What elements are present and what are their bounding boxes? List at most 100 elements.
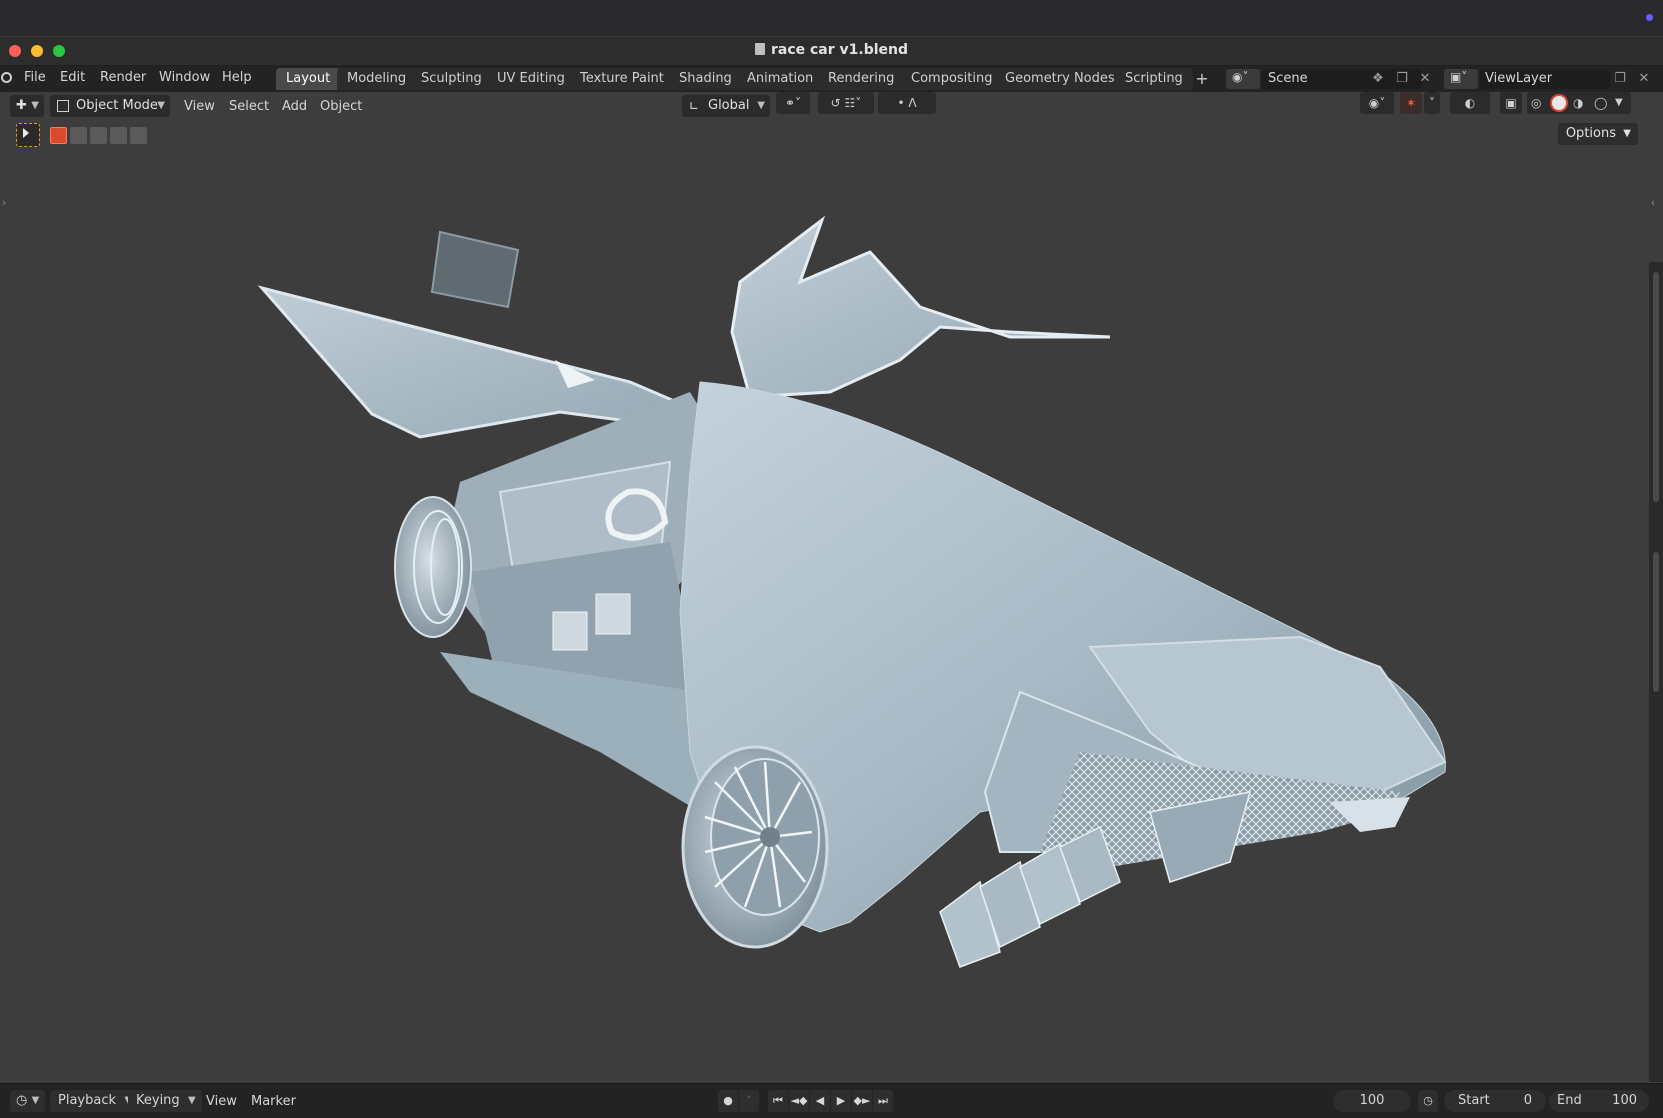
side-scrollbar[interactable] <box>1653 552 1659 692</box>
orientation-icon: ∟ <box>689 99 700 113</box>
object-mode-icon <box>57 100 69 112</box>
proportional-editing-icon[interactable]: • Λ <box>878 92 936 114</box>
jump-to-next-keyframe-icon[interactable]: ◆► <box>852 1090 872 1112</box>
select-mode-invert-icon[interactable] <box>110 127 127 144</box>
play-icon[interactable]: ▶ <box>831 1090 851 1112</box>
select-mode-subtract-icon[interactable] <box>90 127 107 144</box>
desktop-menubar <box>0 0 1663 36</box>
record-keyframe-icon[interactable]: ● <box>718 1090 738 1112</box>
end-label: End <box>1557 1093 1582 1108</box>
tab-layout[interactable]: Layout <box>276 68 341 90</box>
viewport-menu-select[interactable]: Select <box>229 99 269 114</box>
select-mode-new-icon[interactable] <box>50 127 67 144</box>
add-workspace-icon[interactable]: + <box>1192 68 1212 90</box>
menu-edit[interactable]: Edit <box>60 70 85 85</box>
menu-file[interactable]: File <box>24 70 46 85</box>
jump-to-previous-keyframe-icon[interactable]: ◄◆ <box>789 1090 809 1112</box>
top-bar: File Edit Render Window Help Layout Mode… <box>0 66 1663 92</box>
editor-type-dropdown[interactable]: ✚ ▼ <box>10 95 44 117</box>
xray-icon[interactable]: ▣ <box>1500 92 1522 114</box>
orientation-label: Global <box>708 98 750 113</box>
status-dot-icon <box>1646 14 1653 21</box>
playback-dropdown[interactable]: Playback▼ <box>50 1090 139 1112</box>
solid-shading-icon[interactable] <box>1552 96 1566 110</box>
viewport-menu-add[interactable]: Add <box>282 99 307 114</box>
viewport-menu-object[interactable]: Object <box>320 99 362 114</box>
select-tool-icon[interactable] <box>16 123 40 147</box>
scene-selector-icon[interactable]: ◉˅ <box>1226 69 1260 89</box>
pivot-point-icon[interactable]: ⚭˅ <box>776 92 810 114</box>
view-layer-selector-icon[interactable]: ▣˅ <box>1444 69 1478 89</box>
playback-label: Playback <box>58 1093 117 1108</box>
start-value: 0 <box>1523 1093 1532 1108</box>
tab-modeling[interactable]: Modeling <box>337 68 417 90</box>
jump-to-end-icon[interactable]: ⏭ <box>873 1090 893 1112</box>
title-bar: race car v1.blend <box>0 37 1663 66</box>
auto-keying-options-icon[interactable]: ˅ <box>739 1090 759 1112</box>
blender-logo-icon[interactable] <box>1 72 12 83</box>
tab-animation[interactable]: Animation <box>737 68 824 90</box>
new-scene-icon[interactable]: ❐ <box>1394 71 1410 87</box>
select-mode-intersect-icon[interactable] <box>130 127 147 144</box>
tab-scripting[interactable]: Scripting <box>1115 68 1193 90</box>
menu-window[interactable]: Window <box>159 70 210 85</box>
current-frame-field[interactable]: 100 <box>1333 1090 1411 1112</box>
toolbar-expand-icon[interactable]: › <box>2 196 6 209</box>
keying-label: Keying <box>136 1093 180 1108</box>
snap-icon[interactable]: ↺ ☷˅ <box>818 92 874 114</box>
visibility-icon[interactable]: ◉˅ <box>1360 92 1394 114</box>
right-region-strip <box>1649 262 1663 1082</box>
shading-options-icon[interactable]: ▼ <box>1615 92 1623 114</box>
gizmo-icon[interactable]: ✶ <box>1400 92 1422 114</box>
pin-icon[interactable]: ❖ <box>1370 71 1386 87</box>
current-frame-value: 100 <box>1359 1093 1385 1108</box>
timeline-menu-view[interactable]: View <box>206 1094 237 1109</box>
select-mode-extend-icon[interactable] <box>70 127 87 144</box>
tab-texture-paint[interactable]: Texture Paint <box>570 68 674 90</box>
start-frame-field[interactable]: Start 0 <box>1444 1090 1546 1112</box>
menu-render[interactable]: Render <box>100 70 146 85</box>
blender-window: race car v1.blend File Edit Render Windo… <box>0 36 1663 1118</box>
rendered-shading-icon[interactable]: ◯ <box>1594 92 1607 114</box>
car-model-render <box>257 215 1447 968</box>
tab-sculpting[interactable]: Sculpting <box>411 68 492 90</box>
delete-scene-icon[interactable]: ✕ <box>1417 71 1433 87</box>
end-frame-field[interactable]: End 100 <box>1549 1090 1649 1112</box>
scene-name: Scene <box>1268 71 1308 86</box>
document-icon <box>754 43 765 55</box>
tab-rendering[interactable]: Rendering <box>818 68 905 90</box>
viewport-header: ✚ ▼ Object Mode ▼ View Select Add Object ∟… <box>0 92 1663 120</box>
clock-icon: ◷ <box>16 1093 28 1108</box>
options-dropdown[interactable]: Options ▼ <box>1557 123 1638 145</box>
jump-to-start-icon[interactable]: ⏮ <box>768 1090 788 1112</box>
overlays-icon[interactable]: ◐ <box>1450 92 1490 114</box>
mode-label: Object Mode <box>76 98 158 113</box>
preview-range-icon[interactable]: ◷ <box>1418 1090 1438 1112</box>
3d-viewport[interactable]: ✚ ▼ Object Mode ▼ View Select Add Object ∟… <box>0 92 1663 1083</box>
start-label: Start <box>1458 1093 1490 1108</box>
timeline-bar: ◷▼ Playback▼ Keying▼ View Marker ● ˅ ⏮ ◄… <box>0 1083 1663 1118</box>
window-title-text: race car v1.blend <box>770 42 909 58</box>
tab-uv-editing[interactable]: UV Editing <box>487 68 575 90</box>
material-shading-icon[interactable]: ◑ <box>1573 92 1583 114</box>
tab-shading[interactable]: Shading <box>669 68 742 90</box>
play-reverse-icon[interactable]: ◀ <box>810 1090 830 1112</box>
gizmo-dropdown-icon[interactable]: ˅ <box>1424 92 1440 114</box>
timeline-menu-marker[interactable]: Marker <box>251 1094 296 1109</box>
tab-geometry-nodes[interactable]: Geometry Nodes <box>995 68 1125 90</box>
view-layer-name: ViewLayer <box>1485 71 1553 86</box>
new-view-layer-icon[interactable]: ❐ <box>1612 71 1628 87</box>
wireframe-shading-icon[interactable]: ◎ <box>1531 92 1541 114</box>
tab-compositing[interactable]: Compositing <box>901 68 1003 90</box>
timeline-editor-type-dropdown[interactable]: ◷ ▼ <box>10 1090 46 1112</box>
navigation-scrollbar[interactable] <box>1653 272 1659 502</box>
mode-dropdown[interactable]: Object Mode ▼ <box>50 95 170 117</box>
sidebar-expand-icon[interactable]: ‹ <box>1651 196 1655 209</box>
delete-view-layer-icon[interactable]: ✕ <box>1636 71 1652 87</box>
menu-help[interactable]: Help <box>222 70 252 85</box>
keying-dropdown[interactable]: Keying ▼ <box>128 1090 202 1112</box>
axes-icon: ✚ <box>16 98 27 113</box>
viewport-menu-view[interactable]: View <box>184 99 215 114</box>
transform-orientation-dropdown[interactable]: ∟ Global ▼ <box>682 95 770 117</box>
window-title: race car v1.blend <box>0 42 1663 58</box>
